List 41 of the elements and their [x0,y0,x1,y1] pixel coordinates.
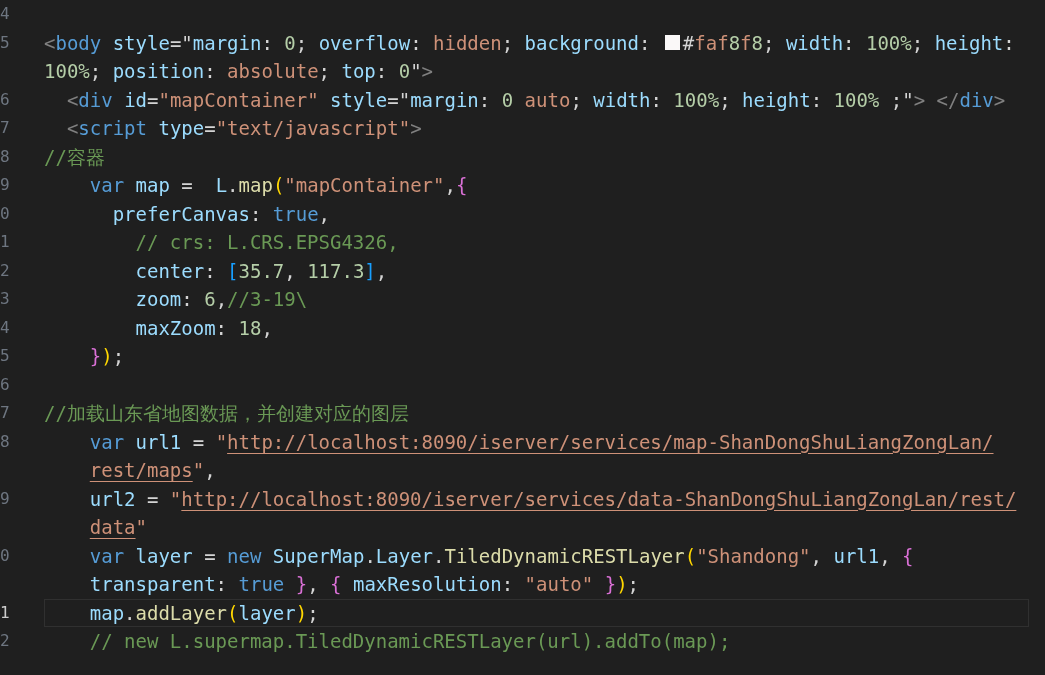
code-line: data" [88,515,147,540]
line-number: 7 [0,402,10,425]
code-line: <div id="mapContainer" style="margin: 0 auto; width: 100%; height: 100% ;"> </div> [65,87,1006,113]
code-line: maxZoom: 18, [134,315,273,341]
code-line: var map = L.map("mapContainer",{ [88,173,468,198]
line-number: 9 [0,487,10,510]
code-line: rest/maps", [88,458,216,483]
line-number: 6 [0,88,10,111]
code-line: transparent: true }, { maxResolution: "auto" }); [88,572,640,597]
code-line: var layer = new SuperMap.Layer.TiledDynamicRESTLayer("Shandong", url1, { [88,543,914,569]
line-number: 2 [0,630,10,653]
line-number: 8 [0,430,10,453]
code-line: 100%; position: absolute; top: 0"> [44,59,434,84]
code-line: <script type="text/javascript"> [65,116,422,141]
line-number: 8 [0,145,10,168]
line-number: 4 [0,316,10,339]
code-line: // new L.supermap.TiledDynamicRESTLayer(url).addTo(map); [88,629,731,654]
line-number: 1 [0,601,10,624]
code-line: url2 = "http://localhost:8090/iserver/services/data-ShanDongShuLiangZongLan/rest/ [88,486,1017,512]
code-line: var url1 = "http://localhost:8090/iserver/services/map-ShanDongShuLiangZongLan/ [88,429,994,455]
line-number: 0 [0,202,10,225]
code-line: center: [35.7, 117.3], [134,258,388,284]
code-line: //加载山东省地图数据，并创建对应的图层 [44,401,409,426]
line-number: 1 [0,231,10,254]
code-line: #faf8f8; width: 100%; height: [682,30,1015,56]
line-number: 6 [0,373,10,396]
line-number: 5 [0,31,10,54]
code-line: <body style="margin: 0; overflow: hidden; background: [44,30,652,56]
code-line: map.addLayer(layer); [88,600,319,626]
line-number: 3 [0,288,10,311]
code-line: // crs: L.CRS.EPSG4326, [134,230,399,255]
line-number: 4 [0,3,10,26]
line-number: 2 [0,259,10,282]
line-number: 5 [0,345,10,368]
line-number: 0 [0,544,10,567]
line-number: 9 [0,174,10,197]
code-line: //容器 [44,144,105,170]
line-number: 7 [0,117,10,140]
code-line: }); [88,344,125,369]
code-line: zoom: 6,//3-19\ [134,287,308,312]
code-line: preferCanvas: true, [111,201,331,227]
